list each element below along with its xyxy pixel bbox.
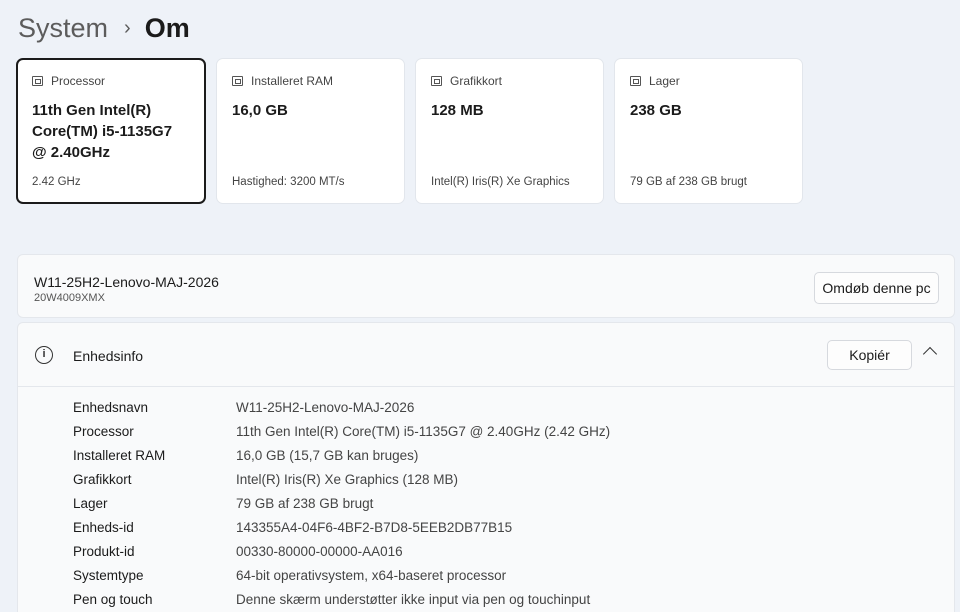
spec-key: Pen og touch (73, 591, 153, 607)
card-value: 128 MB (431, 102, 484, 119)
breadcrumb-system-link[interactable]: System (18, 13, 108, 44)
spec-row: Enhedsnavn W11-25H2-Lenovo-MAJ-2026 (73, 395, 610, 419)
page-title: Om (144, 12, 190, 43)
spec-row: Processor 11th Gen Intel(R) Core(TM) i5-… (73, 419, 610, 443)
card-gpu[interactable]: Grafikkort 128 MB Intel(R) Iris(R) Xe Gr… (415, 58, 604, 204)
spec-key: Enhedsnavn (73, 399, 149, 415)
spec-value: 00330-80000-00000-AA016 (236, 543, 403, 559)
chevron-up-icon[interactable] (922, 346, 938, 362)
spec-key: Installeret RAM (73, 447, 166, 463)
card-ram[interactable]: Installeret RAM 16,0 GB Hastighed: 3200 … (216, 58, 405, 204)
spec-row: Systemtype 64-bit operativsystem, x64-ba… (73, 563, 610, 587)
device-info-panel: i Enhedsinfo Kopiér Enhedsnavn W11-25H2-… (17, 322, 955, 612)
card-value: 16,0 GB (232, 102, 288, 119)
card-sub: Hastighed: 3200 MT/s (232, 176, 345, 188)
device-info-header[interactable]: i Enhedsinfo Kopiér (18, 323, 954, 387)
spec-row: Lager 79 GB af 238 GB brugt (73, 491, 610, 515)
card-storage[interactable]: Lager 238 GB 79 GB af 238 GB brugt (614, 58, 803, 204)
spec-key: Enheds-id (73, 519, 134, 535)
spec-value: 143355A4-04F6-4BF2-B7D8-5EEB2DB77B15 (236, 519, 513, 535)
spec-list: Enhedsnavn W11-25H2-Lenovo-MAJ-2026 Proc… (73, 395, 610, 611)
spec-value: Denne skærm understøtter ikke input via … (236, 591, 591, 607)
spec-value: 16,0 GB (15,7 GB kan bruges) (236, 447, 419, 463)
spec-row: Produkt-id 00330-80000-00000-AA016 (73, 539, 610, 563)
card-label: Lager (649, 74, 680, 88)
card-label: Processor (51, 74, 106, 88)
storage-icon (630, 76, 641, 86)
spec-key: Systemtype (73, 567, 144, 583)
card-processor[interactable]: Processor 11th Gen Intel(R) Core(TM) i5-… (16, 58, 206, 204)
spec-value: W11-25H2-Lenovo-MAJ-2026 (236, 399, 415, 415)
card-label: Grafikkort (450, 74, 503, 88)
info-icon: i (35, 346, 53, 364)
copy-button[interactable]: Kopiér (827, 340, 912, 370)
card-value: 238 GB (630, 102, 682, 119)
spec-row: Enheds-id 143355A4-04F6-4BF2-B7D8-5EEB2D… (73, 515, 610, 539)
ram-icon (232, 76, 243, 86)
spec-value: Intel(R) Iris(R) Xe Graphics (128 MB) (236, 471, 459, 487)
spec-value: 79 GB af 238 GB brugt (236, 495, 374, 511)
gpu-icon (431, 76, 442, 86)
card-label: Installeret RAM (251, 74, 334, 88)
spec-cards: Processor 11th Gen Intel(R) Core(TM) i5-… (16, 58, 803, 204)
pc-name: W11-25H2-Lenovo-MAJ-2026 (34, 274, 219, 290)
spec-row: Grafikkort Intel(R) Iris(R) Xe Graphics … (73, 467, 610, 491)
pc-model: 20W4009XMX (34, 292, 105, 304)
spec-row: Pen og touch Denne skærm understøtter ik… (73, 587, 610, 611)
pc-name-row: W11-25H2-Lenovo-MAJ-2026 20W4009XMX Omdø… (17, 254, 955, 318)
processor-icon (32, 76, 43, 86)
spec-key: Produkt-id (73, 543, 135, 559)
breadcrumb: System › Om (18, 8, 190, 48)
spec-value: 64-bit operativsystem, x64-baseret proce… (236, 567, 507, 583)
chevron-right-icon: › (124, 16, 131, 39)
card-sub: Intel(R) Iris(R) Xe Graphics (431, 176, 570, 188)
device-info-title: Enhedsinfo (73, 348, 144, 364)
rename-pc-button[interactable]: Omdøb denne pc (814, 272, 939, 304)
spec-key: Lager (73, 495, 108, 511)
spec-key: Grafikkort (73, 471, 132, 487)
spec-row: Installeret RAM 16,0 GB (15,7 GB kan bru… (73, 443, 610, 467)
card-sub: 2.42 GHz (32, 176, 81, 188)
spec-key: Processor (73, 423, 134, 439)
card-sub: 79 GB af 238 GB brugt (630, 176, 747, 188)
card-value: 11th Gen Intel(R) Core(TM) i5-1135G7 @ 2… (32, 102, 173, 161)
spec-value: 11th Gen Intel(R) Core(TM) i5-1135G7 @ 2… (236, 423, 611, 439)
